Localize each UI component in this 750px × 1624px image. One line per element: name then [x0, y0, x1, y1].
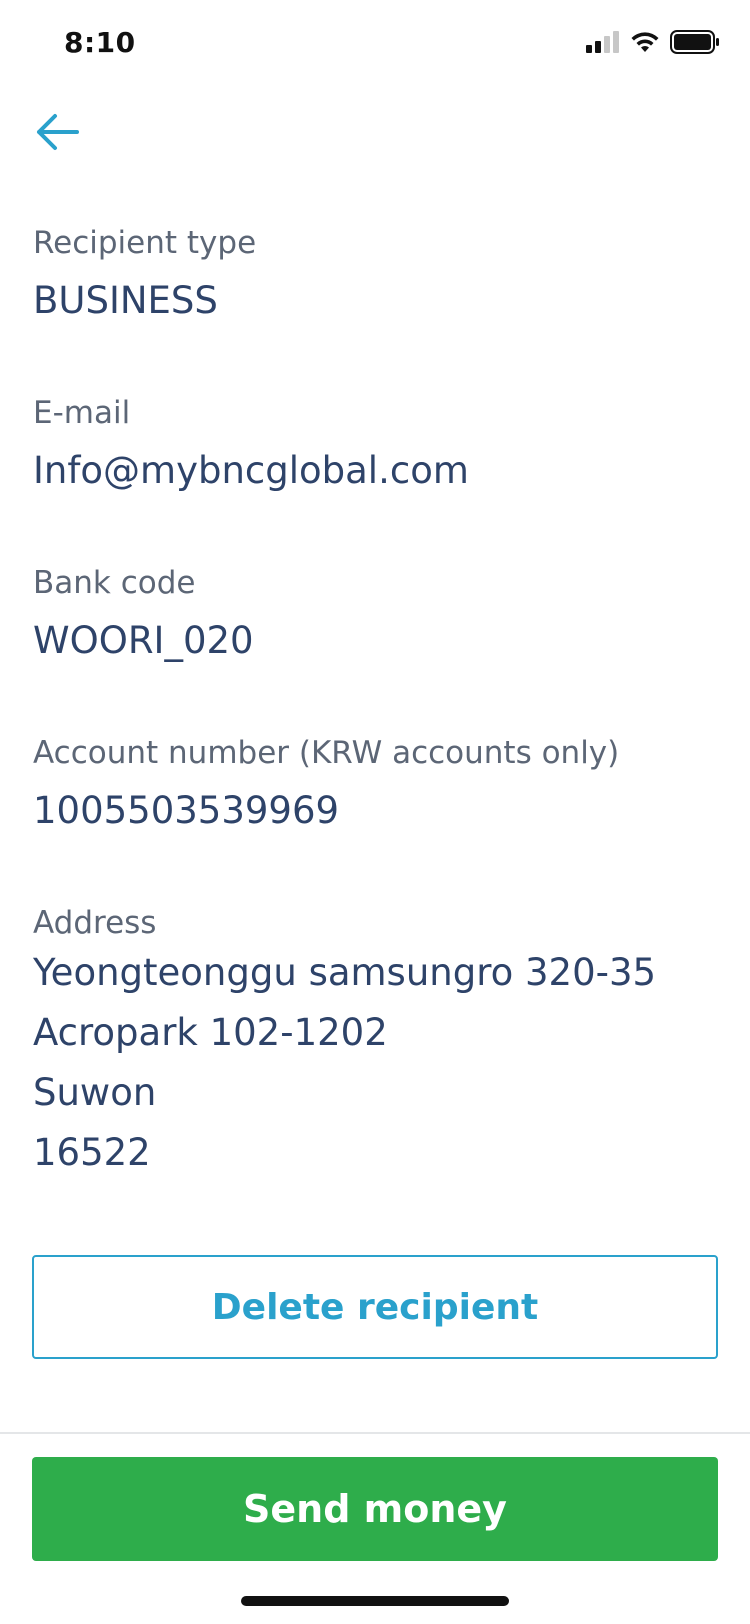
- address-line: 16522: [33, 1131, 151, 1174]
- account-number-label: Account number (KRW accounts only): [33, 735, 620, 771]
- address-label: Address: [33, 905, 157, 941]
- arrow-left-icon: [37, 114, 79, 150]
- battery-icon: [670, 30, 719, 54]
- email-label: E-mail: [33, 395, 131, 431]
- delete-recipient-button[interactable]: Delete recipient: [32, 1255, 718, 1359]
- status-time: 8:10: [64, 26, 136, 59]
- home-indicator: [241, 1596, 509, 1606]
- address-line: Suwon: [33, 1071, 157, 1114]
- recipient-type-value: BUSINESS: [33, 279, 218, 322]
- send-money-button[interactable]: Send money: [32, 1457, 718, 1561]
- bank-code-value: WOORI_020: [33, 619, 254, 662]
- address-line: Acropark 102-1202: [33, 1011, 388, 1054]
- account-number-field: Account number (KRW accounts only) 10055…: [33, 733, 723, 841]
- wifi-icon: [631, 32, 659, 52]
- status-icons: [586, 30, 720, 54]
- bank-code-field: Bank code WOORI_020: [33, 563, 723, 671]
- cellular-signal-icon: [586, 31, 619, 53]
- email-field: E-mail Info@mybncglobal.com: [33, 393, 723, 501]
- back-button[interactable]: [30, 105, 84, 159]
- bank-code-label: Bank code: [33, 565, 196, 601]
- recipient-type-label: Recipient type: [33, 225, 257, 261]
- address-field: Address Yeongteonggu samsungro 320-35 Ac…: [33, 903, 723, 1183]
- status-bar: 8:10: [0, 0, 750, 90]
- account-number-value: 1005503539969: [33, 789, 340, 832]
- recipient-type-field: Recipient type BUSINESS: [33, 223, 723, 331]
- footer-divider: [0, 1432, 750, 1434]
- address-line: Yeongteonggu samsungro 320-35: [33, 951, 657, 994]
- email-value: Info@mybncglobal.com: [33, 449, 469, 492]
